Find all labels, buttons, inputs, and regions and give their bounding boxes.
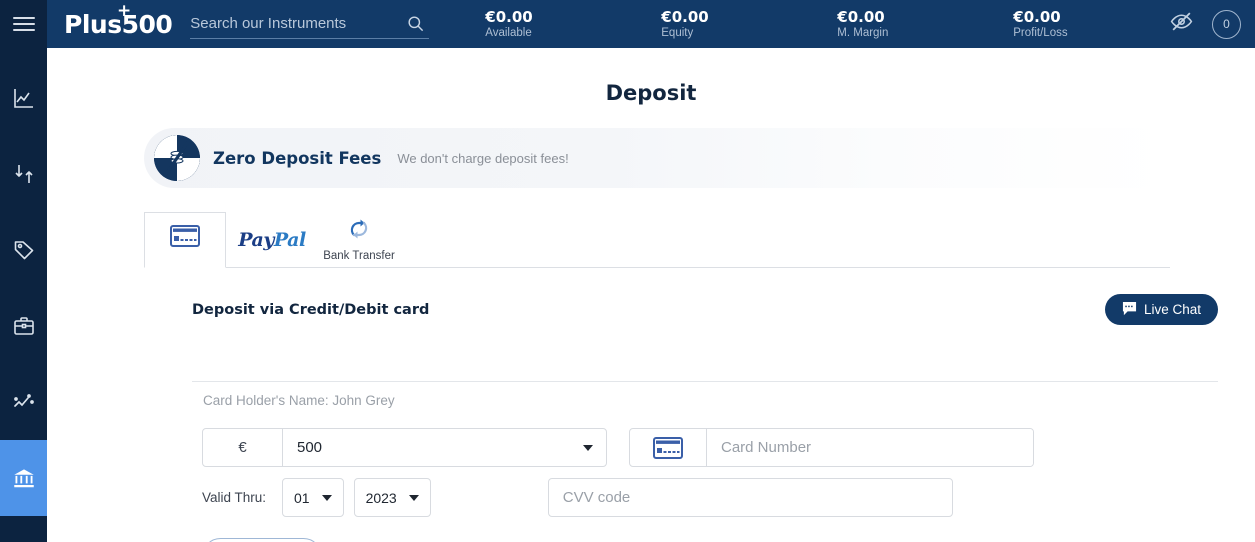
transfer-arrows-icon — [12, 162, 36, 186]
chevron-down-icon — [583, 444, 593, 451]
search-icon[interactable] — [406, 14, 425, 38]
card-holder-name: Card Holder's Name: John Grey — [203, 393, 395, 408]
cvv-input[interactable] — [547, 478, 953, 517]
section-title: Deposit via Credit/Debit card — [192, 301, 430, 318]
brand-plus-icon: + — [117, 0, 131, 21]
valid-year-select[interactable]: 2023 — [353, 478, 431, 517]
currency-symbol: € — [203, 429, 283, 466]
app-root: Plus500 + €0.00 Available €0.00 Equity — [0, 0, 1255, 542]
card-number-input[interactable] — [707, 429, 1033, 466]
hamburger-bar — [12, 17, 35, 19]
sidebar-item-trade[interactable] — [0, 60, 47, 136]
stat-label: Equity — [661, 26, 694, 39]
zero-fees-subtitle: We don't charge deposit fees! — [397, 150, 569, 166]
page-title: Deposit — [605, 81, 697, 105]
hamburger-bar — [12, 23, 35, 25]
chevron-down-icon — [408, 494, 419, 501]
sidebar-item-insights[interactable] — [0, 364, 47, 440]
stat-equity: €0.00 Equity — [661, 8, 837, 41]
search-box[interactable] — [190, 9, 430, 39]
chevron-down-icon — [321, 494, 332, 501]
hamburger-bar — [12, 29, 35, 31]
amount-value: 500 — [297, 439, 323, 456]
live-chat-label: Live Chat — [1143, 302, 1201, 317]
stat-value: €0.00 — [485, 7, 533, 26]
chat-bubble-icon — [1122, 301, 1137, 319]
stat-label: M. Margin — [837, 26, 889, 39]
sidebar-item-positions[interactable] — [0, 136, 47, 212]
stat-value: €0.00 — [661, 7, 709, 26]
no-fees-coins-icon — [154, 135, 200, 181]
sidebar-item-orders[interactable] — [0, 212, 47, 288]
header-actions: 0 — [1169, 0, 1241, 48]
briefcase-icon — [12, 314, 36, 338]
stat-available: €0.00 Available — [485, 8, 661, 41]
account-stats: €0.00 Available €0.00 Equity €0.00 M. Ma… — [485, 8, 1189, 41]
live-chat-button[interactable]: Live Chat — [1104, 294, 1218, 325]
valid-thru-label: Valid Thru: — [202, 490, 267, 505]
stat-label: Available — [485, 26, 532, 39]
amount-select[interactable]: 500 — [283, 429, 606, 466]
tab-bank-transfer-label: Bank Transfer — [323, 250, 395, 262]
zero-fees-title: Zero Deposit Fees — [213, 148, 382, 168]
bank-transfer-icon — [347, 217, 371, 246]
insights-chart-icon — [12, 390, 36, 414]
section-divider — [192, 381, 1218, 382]
deposit-form: € 500 Card Number Valid Thru: 01 2023 CV… — [202, 428, 1218, 542]
deposit-submit-button[interactable]: Deposit — [202, 538, 322, 542]
sidebar-item-portfolio[interactable] — [0, 288, 47, 364]
sidebar-item-funds[interactable] — [0, 440, 47, 516]
paypal-logo-pal: Pal — [273, 228, 306, 251]
brand-logo[interactable]: Plus500 + — [64, 2, 173, 39]
tab-paypal[interactable]: PayPal — [226, 212, 318, 267]
price-tag-icon — [12, 238, 36, 262]
card-number-field-group — [629, 428, 1034, 467]
section-header: Deposit via Credit/Debit card Live Chat — [192, 294, 1218, 325]
zero-fees-banner: Zero Deposit Fees We don't charge deposi… — [144, 128, 1170, 188]
sidebar-nav — [0, 60, 47, 516]
stat-maintenance-margin: €0.00 M. Margin — [837, 8, 1013, 41]
paypal-logo: PayPal — [238, 228, 306, 251]
form-row-two: Valid Thru: 01 2023 — [202, 478, 1218, 517]
positions-count-badge[interactable]: 0 — [1212, 9, 1241, 39]
amount-field-group: € 500 — [202, 428, 607, 467]
main-content: Deposit Zero Deposit Fees We don't charg — [47, 48, 1255, 542]
stat-label: Profit/Loss — [1013, 26, 1068, 39]
credit-card-icon — [630, 429, 707, 466]
positions-count-value: 0 — [1223, 17, 1230, 31]
credit-card-icon — [170, 224, 200, 252]
stat-value: €0.00 — [837, 7, 885, 26]
valid-month-value: 01 — [294, 489, 310, 506]
payment-method-tabs: PayPal Bank Transfer — [144, 212, 1170, 268]
eye-off-icon[interactable] — [1169, 9, 1194, 39]
left-sidebar — [0, 0, 47, 542]
bank-icon — [11, 465, 37, 491]
stat-profit-loss: €0.00 Profit/Loss — [1013, 8, 1189, 41]
valid-month-select[interactable]: 01 — [282, 478, 344, 517]
stat-value: €0.00 — [1013, 7, 1061, 26]
search-input[interactable] — [190, 15, 391, 32]
form-row-one: € 500 — [202, 428, 1218, 467]
line-chart-icon — [12, 86, 36, 110]
tab-bank-transfer[interactable]: Bank Transfer — [318, 212, 400, 267]
top-header: Plus500 + €0.00 Available €0.00 Equity — [47, 0, 1255, 48]
valid-year-value: 2023 — [365, 489, 397, 506]
tab-credit-card[interactable] — [144, 212, 226, 268]
hamburger-menu-icon[interactable] — [0, 0, 47, 48]
